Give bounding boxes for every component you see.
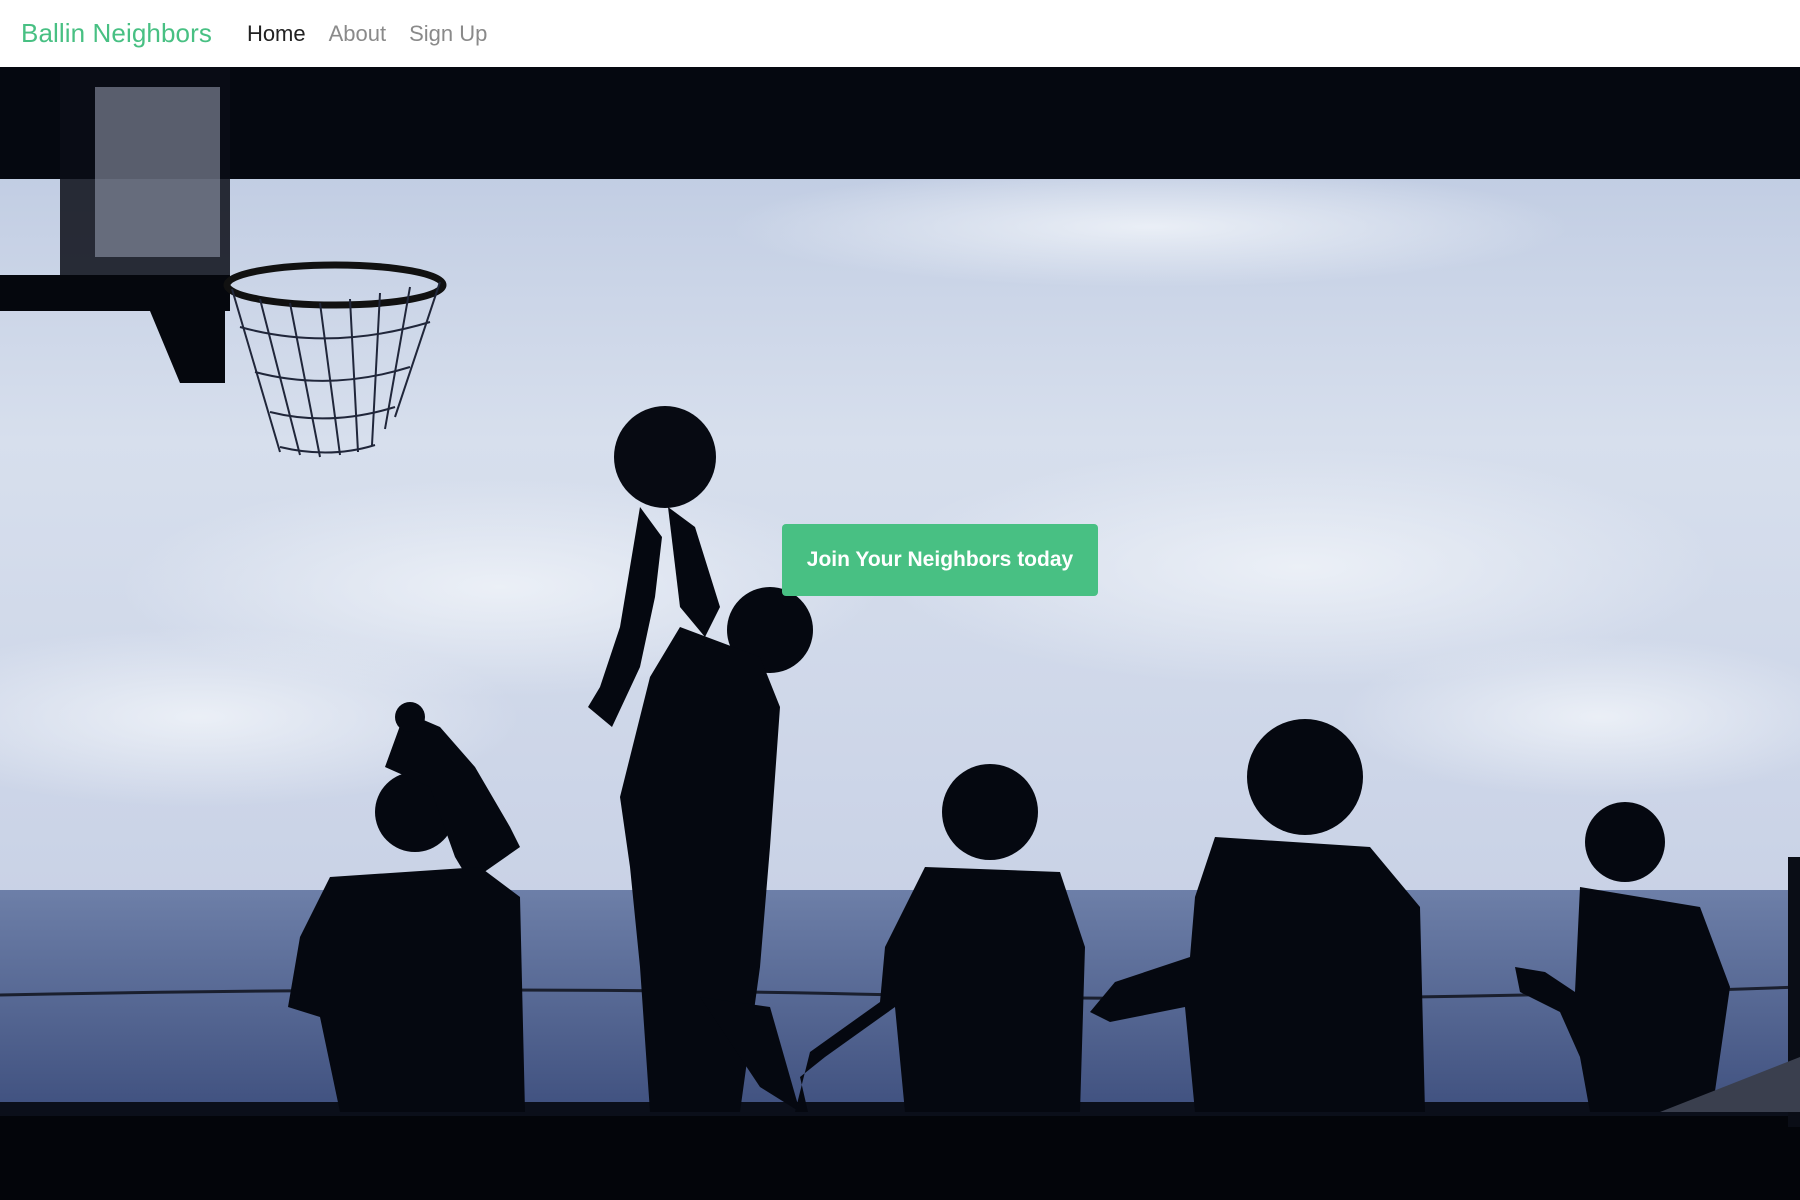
hero-background-image [0,67,1800,1200]
hero-section: Join Your Neighbors today [0,67,1800,1200]
nav-link-home[interactable]: Home [247,21,306,47]
nav-link-sign-up[interactable]: Sign Up [409,21,487,47]
brand-logo-link[interactable]: Ballin Neighbors [21,18,212,49]
nav-link-about[interactable]: About [329,21,387,47]
top-navbar: Ballin Neighbors Home About Sign Up [0,0,1800,67]
nav-links: Home About Sign Up [247,21,510,47]
join-neighbors-button[interactable]: Join Your Neighbors today [782,524,1098,596]
